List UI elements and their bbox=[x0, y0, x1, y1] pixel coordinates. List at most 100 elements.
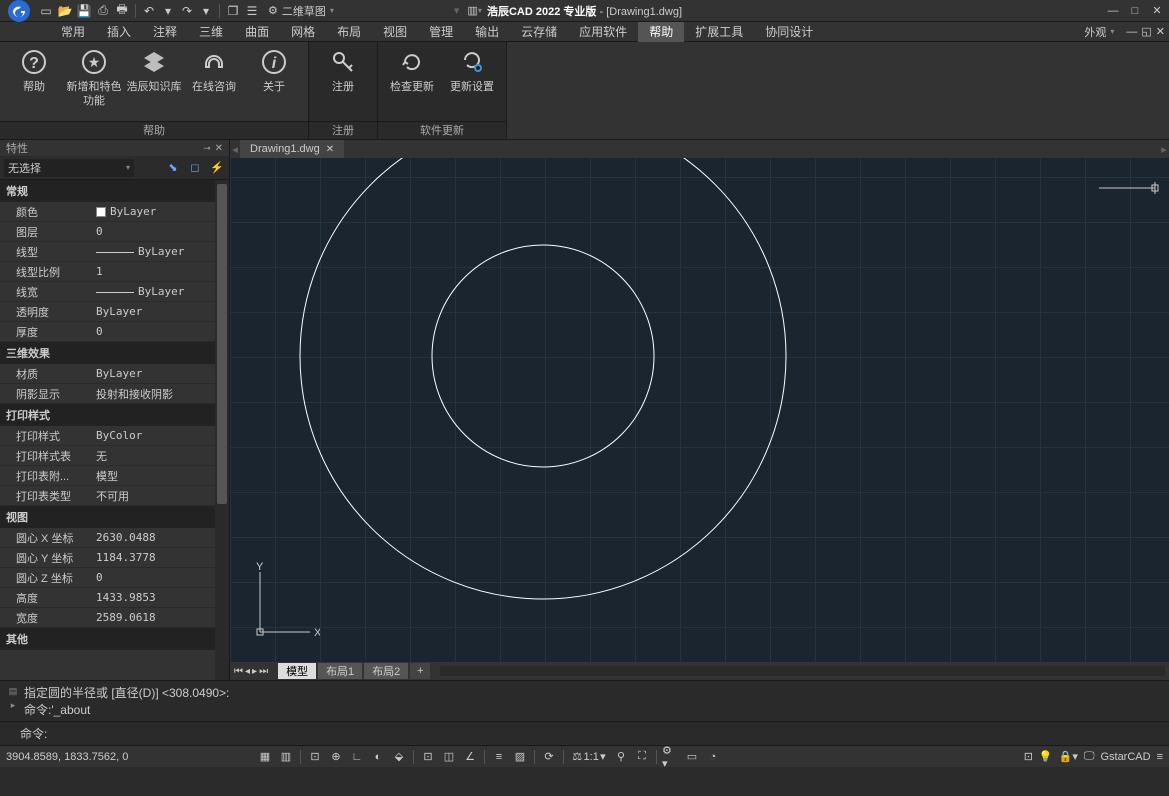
props-row[interactable]: 透明度ByLayer bbox=[0, 302, 229, 322]
menu-应用软件[interactable]: 应用软件 bbox=[568, 22, 638, 42]
ribbon-register-button[interactable]: 注册 bbox=[313, 44, 373, 121]
quick-calc-icon[interactable]: ⚡ bbox=[209, 160, 225, 176]
mdi-minimize-icon[interactable]: — bbox=[1126, 26, 1137, 38]
panel-close-icon[interactable]: ✕ bbox=[215, 143, 223, 154]
model-canvas[interactable]: X Y bbox=[230, 158, 1169, 662]
layout-first-icon[interactable]: ⏮ bbox=[234, 666, 243, 677]
menu-视图[interactable]: 视图 bbox=[372, 22, 418, 42]
doc-tab-prev[interactable]: ◂ bbox=[230, 143, 240, 156]
properties-scrollbar[interactable] bbox=[215, 180, 229, 680]
qat-dropdown[interactable]: ▾ bbox=[454, 4, 460, 17]
isodraft-icon[interactable]: ⬙ bbox=[390, 749, 408, 765]
menu-常用[interactable]: 常用 bbox=[50, 22, 96, 42]
qat-print-icon[interactable]: 🖶 bbox=[114, 3, 130, 19]
props-row[interactable]: 线型比例1 bbox=[0, 262, 229, 282]
mdi-close-icon[interactable]: ✕ bbox=[1156, 25, 1165, 38]
layout-tab-模型[interactable]: 模型 bbox=[278, 663, 316, 679]
annovis-icon[interactable]: ⚲ bbox=[612, 749, 630, 765]
props-row[interactable]: 宽度2589.0618 bbox=[0, 608, 229, 628]
layout-tab-布局2[interactable]: 布局2 bbox=[364, 663, 408, 679]
props-row[interactable]: 圆心 Y 坐标1184.3778 bbox=[0, 548, 229, 568]
ribbon-check-update-button[interactable]: 检查更新 bbox=[382, 44, 442, 121]
cmd-history-icon[interactable]: ▤ bbox=[6, 684, 20, 698]
select-objects-icon[interactable]: ◻ bbox=[187, 160, 203, 176]
dyninput-icon[interactable]: ⊕ bbox=[327, 749, 345, 765]
otrack-icon[interactable]: ∠ bbox=[461, 749, 479, 765]
props-row[interactable]: 打印样式ByColor bbox=[0, 426, 229, 446]
ribbon-online-button[interactable]: 在线咨询 bbox=[184, 44, 244, 121]
layout-hscroll[interactable] bbox=[440, 666, 1165, 676]
hardware-icon[interactable]: ▭ bbox=[683, 749, 701, 765]
props-row[interactable]: 材质ByLayer bbox=[0, 364, 229, 384]
qat-redo-icon[interactable]: ↷ bbox=[179, 3, 195, 19]
doc-tab-next[interactable]: ▸ bbox=[1159, 143, 1169, 156]
autoscale-icon[interactable]: ⛶ bbox=[633, 749, 651, 765]
props-row[interactable]: 颜色ByLayer bbox=[0, 202, 229, 222]
menu-协同设计[interactable]: 协同设计 bbox=[754, 22, 824, 42]
panel-toggle-icon[interactable]: ▥ bbox=[467, 4, 477, 17]
props-section-三维效果[interactable]: 三维效果▴ bbox=[0, 342, 229, 364]
appearance-menu[interactable]: 外观 bbox=[1084, 24, 1106, 40]
layout-last-icon[interactable]: ⏭ bbox=[259, 666, 268, 677]
props-row[interactable]: 线宽ByLayer bbox=[0, 282, 229, 302]
menu-插入[interactable]: 插入 bbox=[96, 22, 142, 42]
props-row[interactable]: 厚度0 bbox=[0, 322, 229, 342]
cycle-icon[interactable]: ⟳ bbox=[540, 749, 558, 765]
menu-三维[interactable]: 三维 bbox=[188, 22, 234, 42]
ribbon-update-settings-button[interactable]: 更新设置 bbox=[442, 44, 502, 121]
ribbon-help-button[interactable]: ?帮助 bbox=[4, 44, 64, 121]
lineweight-icon[interactable]: ≡ bbox=[490, 749, 508, 765]
quick-select-icon[interactable]: ⬊ bbox=[165, 160, 181, 176]
layout-next-icon[interactable]: ▸ bbox=[252, 666, 257, 677]
mdi-restore-icon[interactable]: ◱ bbox=[1141, 25, 1151, 38]
notification-icon[interactable]: 💡 bbox=[1039, 750, 1053, 763]
qat-save-icon[interactable]: 💾 bbox=[76, 3, 92, 19]
maximize-icon[interactable]: □ bbox=[1127, 4, 1143, 18]
grid-icon[interactable]: ▦ bbox=[256, 749, 274, 765]
transparency-icon[interactable]: ▨ bbox=[511, 749, 529, 765]
props-section-打印样式[interactable]: 打印样式▴ bbox=[0, 404, 229, 426]
props-row[interactable]: 图层0 bbox=[0, 222, 229, 242]
menu-扩展工具[interactable]: 扩展工具 bbox=[684, 22, 754, 42]
selection-dropdown[interactable]: 无选择▾ bbox=[4, 159, 134, 177]
menu-注释[interactable]: 注释 bbox=[142, 22, 188, 42]
polar-icon[interactable]: ◐ bbox=[369, 749, 387, 765]
qat-cube-icon[interactable]: ❒ bbox=[225, 3, 241, 19]
command-input[interactable]: 命令: bbox=[20, 725, 1163, 742]
workspace-selector[interactable]: ⚙ 二维草图 ▾ bbox=[268, 3, 334, 19]
annoscale-icon[interactable]: ⚖ 1:1 ▾ bbox=[569, 749, 609, 765]
menu-曲面[interactable]: 曲面 bbox=[234, 22, 280, 42]
menu-帮助[interactable]: 帮助 bbox=[638, 22, 684, 42]
layout-prev-icon[interactable]: ◂ bbox=[245, 666, 250, 677]
layout-tab-布局1[interactable]: 布局1 bbox=[318, 663, 362, 679]
props-section-视图[interactable]: 视图▴ bbox=[0, 506, 229, 528]
props-section-其他[interactable]: 其他▴ bbox=[0, 628, 229, 650]
props-row[interactable]: 打印样式表无 bbox=[0, 446, 229, 466]
qat-new-icon[interactable]: ▭ bbox=[38, 3, 54, 19]
props-row[interactable]: 打印表附...模型 bbox=[0, 466, 229, 486]
qat-options-icon[interactable]: ☰ bbox=[244, 3, 260, 19]
props-row[interactable]: 高度1433.9853 bbox=[0, 588, 229, 608]
panel-pin-icon[interactable]: ⊸ bbox=[203, 143, 211, 154]
props-row[interactable]: 圆心 X 坐标2630.0488 bbox=[0, 528, 229, 548]
snap-icon[interactable]: ▥ bbox=[277, 749, 295, 765]
qat-saveall-icon[interactable]: ⎙ bbox=[95, 3, 111, 19]
status-menu-icon[interactable]: ≡ bbox=[1157, 751, 1163, 763]
props-section-常规[interactable]: 常规▴ bbox=[0, 180, 229, 202]
props-row[interactable]: 圆心 Z 坐标0 bbox=[0, 568, 229, 588]
ortho-icon[interactable]: ∟ bbox=[348, 749, 366, 765]
lock-icon[interactable]: 🔒▾ bbox=[1059, 750, 1078, 763]
qat-open-icon[interactable]: 📂 bbox=[57, 3, 73, 19]
ribbon-kb-button[interactable]: 浩辰知识库 bbox=[124, 44, 184, 121]
infer-icon[interactable]: ⊡ bbox=[306, 749, 324, 765]
menu-网格[interactable]: 网格 bbox=[280, 22, 326, 42]
ribbon-about-button[interactable]: i关于 bbox=[244, 44, 304, 121]
monitor-icon[interactable]: 🖵 bbox=[1084, 750, 1095, 763]
coordinates-display[interactable]: 3904.8589, 1833.7562, 0 bbox=[6, 751, 236, 763]
ribbon-new-feat-button[interactable]: ★新增和特色功能 bbox=[64, 44, 124, 121]
props-row[interactable]: 打印表类型不可用 bbox=[0, 486, 229, 506]
workspace-icon[interactable]: ⚙ ▾ bbox=[662, 749, 680, 765]
menu-输出[interactable]: 输出 bbox=[464, 22, 510, 42]
magnify-icon[interactable]: ⊡ bbox=[1024, 750, 1033, 763]
props-row[interactable]: 线型ByLayer bbox=[0, 242, 229, 262]
